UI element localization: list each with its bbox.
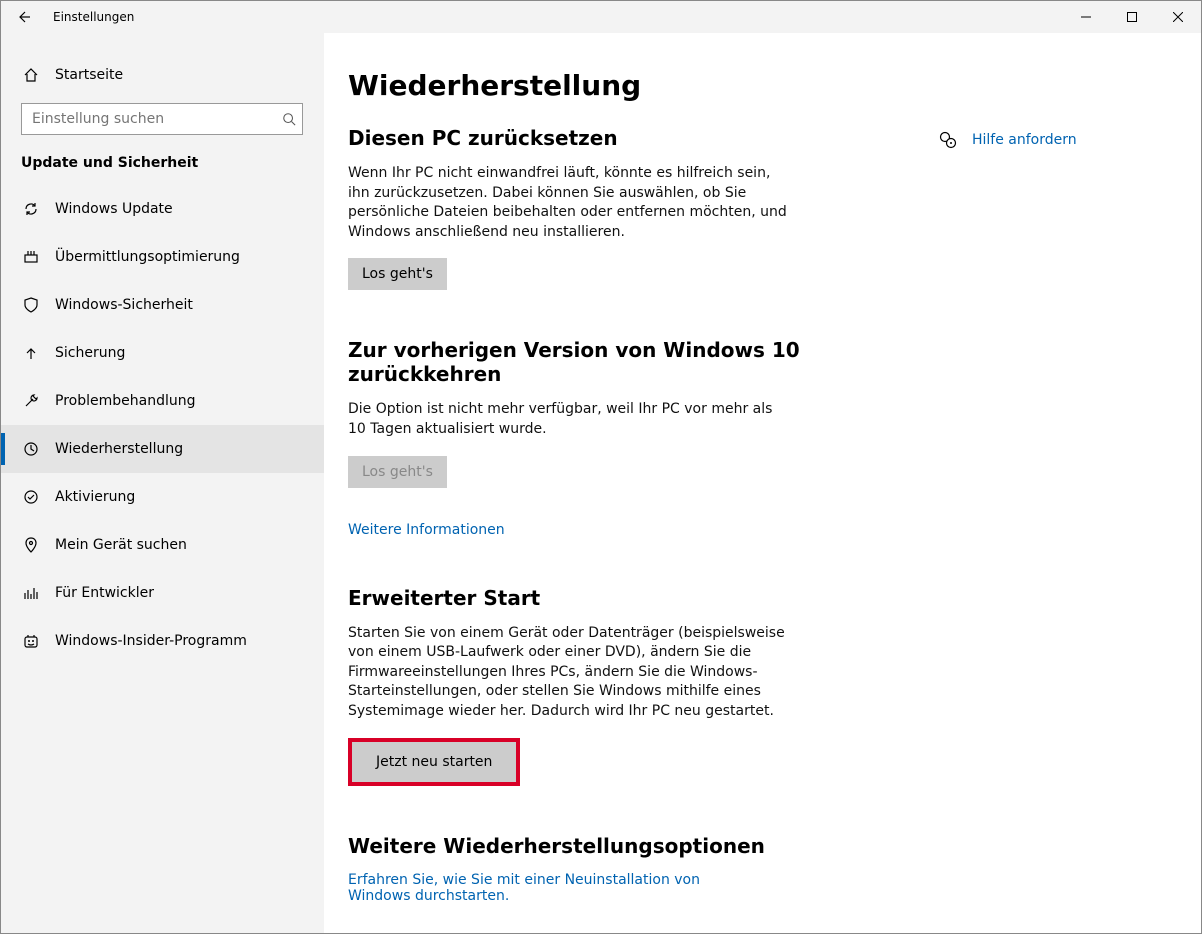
sidebar-item-label: Für Entwickler [55,585,154,601]
sidebar-item-label: Problembehandlung [55,393,195,409]
recovery-icon [21,441,41,457]
section-advanced-startup: Erweiterter Start Starten Sie von einem … [348,586,918,786]
right-column: Hilfe anfordern [918,69,1077,909]
sidebar-item-label: Aktivierung [55,489,135,505]
section-goback-desc: Die Option ist nicht mehr verfügbar, wei… [348,400,788,439]
insider-icon [21,633,41,649]
sidebar-item-insider[interactable]: Windows-Insider-Programm [1,617,324,665]
section-advanced-desc: Starten Sie von einem Gerät oder Datentr… [348,624,788,722]
sidebar-item-windows-update[interactable]: Windows Update [1,185,324,233]
help-link-row: Hilfe anfordern [938,131,1077,149]
sidebar-item-windows-security[interactable]: Windows-Sicherheit [1,281,324,329]
get-help-link[interactable]: Hilfe anfordern [972,132,1077,148]
goback-more-info-link[interactable]: Weitere Informationen [348,522,505,538]
troubleshoot-icon [21,393,41,409]
find-device-icon [21,537,41,553]
search-input[interactable] [32,111,282,127]
section-more-recovery: Weitere Wiederherstellungsoptionen Erfah… [348,834,918,904]
help-icon [938,131,958,149]
developer-icon [21,585,41,601]
restart-now-button[interactable]: Jetzt neu starten [356,746,512,778]
section-goback: Zur vorherigen Version von Windows 10 zu… [348,338,918,537]
maximize-button[interactable] [1109,1,1155,33]
titlebar: Einstellungen [1,1,1201,33]
back-button[interactable] [1,1,45,33]
backup-arrow-icon [21,345,41,361]
search-icon [282,112,296,126]
sidebar-item-label: Sicherung [55,345,125,361]
sidebar-item-label: Windows Update [55,201,173,217]
sidebar-item-label: Übermittlungsoptimierung [55,249,240,265]
search-input-wrapper[interactable] [21,103,303,135]
section-reset-title: Diesen PC zurücksetzen [348,126,918,150]
section-reset: Diesen PC zurücksetzen Wenn Ihr PC nicht… [348,126,918,290]
section-advanced-title: Erweiterter Start [348,586,918,610]
sidebar-home-label: Startseite [55,67,123,83]
sidebar-category: Update und Sicherheit [1,155,324,171]
sidebar-item-label: Mein Gerät suchen [55,537,187,553]
window-title: Einstellungen [45,10,134,24]
goback-button: Los geht's [348,456,447,488]
section-more-title: Weitere Wiederherstellungsoptionen [348,834,918,858]
sidebar-home[interactable]: Startseite [1,53,324,97]
arrow-left-icon [15,9,31,25]
sync-icon [21,201,41,217]
sidebar-item-developer[interactable]: Für Entwickler [1,569,324,617]
restart-now-highlight: Jetzt neu starten [348,738,520,786]
sidebar-item-find-device[interactable]: Mein Gerät suchen [1,521,324,569]
page-title: Wiederherstellung [348,69,918,102]
sidebar-item-label: Windows-Sicherheit [55,297,193,313]
shield-icon [21,297,41,313]
sidebar-item-activation[interactable]: Aktivierung [1,473,324,521]
main-content: Wiederherstellung Diesen PC zurücksetzen… [324,33,1201,933]
sidebar-nav: Windows Update Übermittlungsoptimierung … [1,185,324,665]
sidebar-item-label: Wiederherstellung [55,441,183,457]
delivery-icon [21,249,41,265]
close-button[interactable] [1155,1,1201,33]
maximize-icon [1127,12,1137,22]
home-icon [21,67,41,83]
minimize-button[interactable] [1063,1,1109,33]
sidebar-item-troubleshoot[interactable]: Problembehandlung [1,377,324,425]
sidebar: Startseite Update und Sicherheit Windows… [1,33,324,933]
sidebar-item-backup[interactable]: Sicherung [1,329,324,377]
fresh-start-link[interactable]: Erfahren Sie, wie Sie mit einer Neuinsta… [348,872,748,904]
sidebar-item-delivery-optimization[interactable]: Übermittlungsoptimierung [1,233,324,281]
reset-button[interactable]: Los geht's [348,258,447,290]
section-reset-desc: Wenn Ihr PC nicht einwandfrei läuft, kön… [348,164,788,242]
close-icon [1173,12,1183,22]
activation-icon [21,489,41,505]
section-goback-title: Zur vorherigen Version von Windows 10 zu… [348,338,918,386]
sidebar-item-recovery[interactable]: Wiederherstellung [1,425,324,473]
sidebar-item-label: Windows-Insider-Programm [55,633,247,649]
minimize-icon [1081,12,1091,22]
